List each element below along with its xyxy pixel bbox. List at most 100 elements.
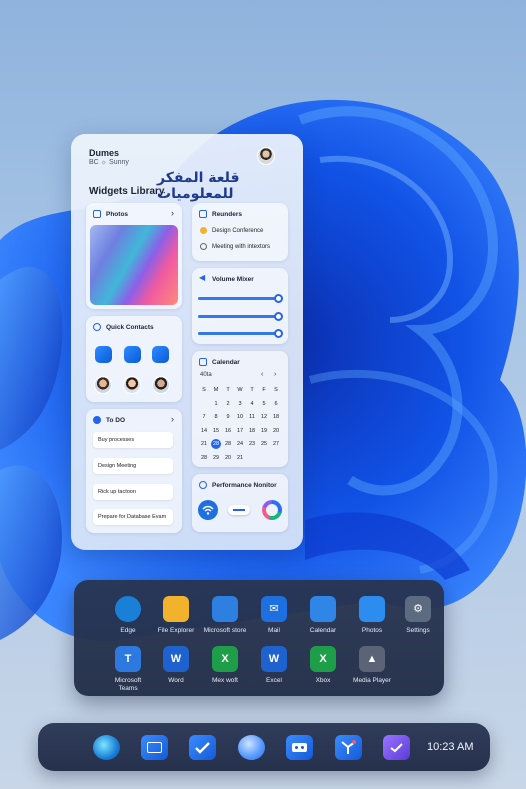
pin-icon[interactable] bbox=[335, 735, 362, 760]
todo-item[interactable]: Rick up tactoon bbox=[93, 484, 173, 500]
app-label: Media Player bbox=[353, 677, 391, 684]
calendar-day[interactable]: 28 bbox=[222, 438, 234, 452]
calendar-day[interactable]: 12 bbox=[258, 411, 270, 425]
calendar-day[interactable]: 8 bbox=[210, 411, 222, 425]
gear-icon: ⚙ bbox=[405, 596, 431, 622]
volume-slider[interactable] bbox=[198, 329, 283, 338]
edge-icon[interactable] bbox=[93, 735, 120, 760]
app-tile[interactable]: ▲ Media Player bbox=[342, 646, 402, 685]
clock-app-icon[interactable] bbox=[383, 735, 410, 760]
reminders-title: Reunders bbox=[212, 211, 242, 218]
battery-icon[interactable] bbox=[228, 505, 250, 515]
calendar-day[interactable]: 20 bbox=[222, 452, 234, 466]
photos-widget-title: Photos bbox=[106, 211, 129, 218]
todo-item[interactable]: Design Meeting bbox=[93, 458, 173, 474]
calendar-widget: Calendar 40ta ‹ › S M T W T F S 1 2 3 4 5 6 7 8 9 10 11 12… bbox=[192, 351, 288, 467]
photos-widget[interactable]: Photos › bbox=[86, 203, 182, 309]
contact-avatar[interactable] bbox=[123, 376, 141, 394]
calendar-day[interactable]: 7 bbox=[198, 411, 210, 425]
quick-contacts-title: Quick Contacts bbox=[106, 324, 154, 331]
quick-contacts-widget: Quick Contacts bbox=[86, 316, 182, 402]
calendar-day[interactable]: 24 bbox=[234, 438, 246, 452]
mail-icon: ✉ bbox=[261, 596, 287, 622]
weekday-label: S bbox=[202, 387, 206, 393]
weekday-label: S bbox=[274, 387, 278, 393]
calendar-day[interactable]: 17 bbox=[234, 425, 246, 439]
calendar-day[interactable]: 5 bbox=[258, 398, 270, 412]
photos-icon bbox=[359, 596, 385, 622]
calendar-day[interactable]: 27 bbox=[270, 438, 282, 452]
contact-avatar[interactable] bbox=[94, 376, 112, 394]
weekday-label: M bbox=[213, 387, 219, 393]
calendar-day[interactable]: 1 bbox=[210, 398, 222, 412]
calendar-day[interactable]: 23 bbox=[246, 438, 258, 452]
check-icon bbox=[200, 243, 207, 250]
calendar-day[interactable]: 16 bbox=[222, 425, 234, 439]
calendar-title: Calendar bbox=[212, 359, 240, 366]
reminder-label: Design Conference bbox=[212, 228, 264, 235]
app-label: Settings bbox=[406, 627, 430, 634]
files-icon[interactable] bbox=[141, 735, 168, 760]
chevron-left-icon[interactable]: ‹ bbox=[261, 371, 263, 378]
check-icon[interactable] bbox=[189, 735, 216, 760]
dot-icon bbox=[200, 227, 207, 234]
clock[interactable]: 10:23 AM bbox=[427, 741, 473, 753]
widgets-panel: Dumes BC ☼ Sunny قلعة المفكر للمعلوميات … bbox=[71, 134, 303, 550]
calendar-day[interactable]: 4 bbox=[246, 398, 258, 412]
wifi-icon[interactable] bbox=[198, 500, 218, 520]
calendar-day[interactable]: 19 bbox=[258, 425, 270, 439]
photo-preview[interactable] bbox=[90, 225, 178, 305]
calendar-day[interactable]: 10 bbox=[234, 411, 246, 425]
calendar-day[interactable]: 28 bbox=[198, 452, 210, 466]
chevron-right-icon[interactable]: › bbox=[171, 414, 174, 424]
calendar-day-today[interactable]: 28 bbox=[211, 439, 221, 449]
slider-knob[interactable] bbox=[274, 329, 283, 338]
calendar-day[interactable]: 3 bbox=[234, 398, 246, 412]
video-icon[interactable] bbox=[286, 735, 313, 760]
todo-item[interactable]: Prepare for Database Evam bbox=[93, 509, 173, 525]
calendar-day[interactable]: 2 bbox=[222, 398, 234, 412]
usage-ring-icon[interactable] bbox=[262, 500, 282, 520]
reminder-item[interactable]: Meeting with intextors bbox=[200, 243, 270, 250]
chevron-right-icon[interactable]: › bbox=[171, 208, 174, 218]
gauge-icon bbox=[199, 481, 207, 489]
calendar-day[interactable]: 29 bbox=[210, 452, 222, 466]
calendar-day bbox=[198, 398, 210, 412]
calendar-day[interactable]: 6 bbox=[270, 398, 282, 412]
app-launcher: Edge File Explorer Microsoft store ✉ Mail Cal… bbox=[74, 580, 444, 696]
calendar-day[interactable]: 11 bbox=[246, 411, 258, 425]
volume-slider[interactable] bbox=[198, 312, 283, 321]
calendar-day[interactable]: 20 bbox=[270, 425, 282, 439]
calendar-icon bbox=[199, 358, 207, 366]
calendar-day[interactable]: 18 bbox=[270, 411, 282, 425]
excel-icon: X bbox=[212, 646, 238, 672]
todo-item[interactable]: Buy processes bbox=[93, 432, 173, 448]
calendar-day[interactable]: 9 bbox=[222, 411, 234, 425]
calendar-day[interactable]: 14 bbox=[198, 425, 210, 439]
calendar-day[interactable]: 15 bbox=[210, 425, 222, 439]
slider-knob[interactable] bbox=[274, 312, 283, 321]
contact-avatar[interactable] bbox=[152, 376, 170, 394]
calendar-day[interactable]: 21 bbox=[198, 438, 210, 452]
calendar-month-label: 40ta bbox=[200, 372, 212, 378]
slider-knob[interactable] bbox=[274, 294, 283, 303]
edge-icon[interactable] bbox=[95, 346, 112, 363]
watermark-text: قلعة المفكر للمعلوميات bbox=[157, 170, 240, 202]
taskbar: 10:23 AM bbox=[38, 723, 490, 771]
orb-icon[interactable] bbox=[238, 735, 265, 760]
avatar[interactable] bbox=[257, 147, 275, 165]
chevron-right-icon[interactable]: › bbox=[274, 371, 276, 378]
calendar-day[interactable]: 28 bbox=[210, 438, 222, 452]
weekday-label: T bbox=[226, 387, 230, 393]
reminder-item[interactable]: Design Conference bbox=[200, 227, 263, 234]
media-player-icon: ▲ bbox=[359, 646, 385, 672]
calendar-day[interactable]: 21 bbox=[234, 452, 246, 466]
volume-slider[interactable] bbox=[198, 294, 283, 303]
todo-title: To DO bbox=[106, 417, 126, 424]
store-icon[interactable] bbox=[152, 346, 169, 363]
window-icon[interactable] bbox=[124, 346, 141, 363]
app-tile[interactable]: ⚙ Settings bbox=[388, 596, 448, 635]
calendar-day[interactable]: 25 bbox=[258, 438, 270, 452]
calendar-day[interactable]: 18 bbox=[246, 425, 258, 439]
user-name: Dumes bbox=[89, 148, 120, 158]
